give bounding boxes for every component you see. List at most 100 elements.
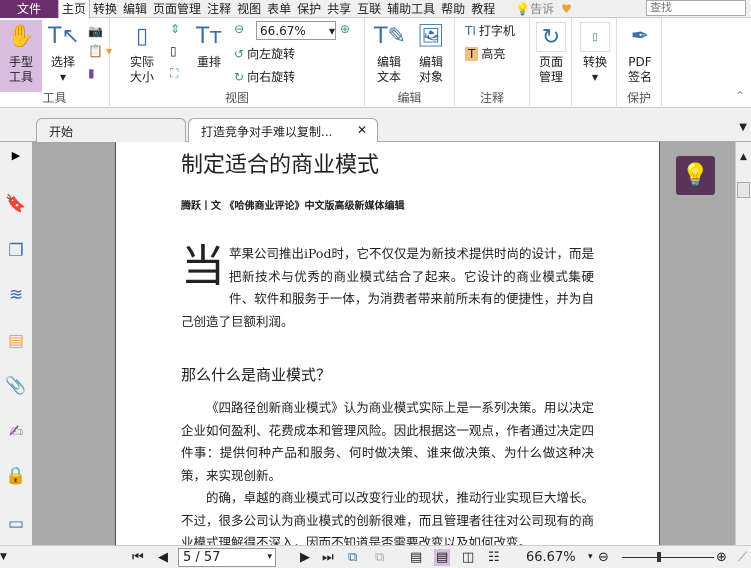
hand-icon: ✋ <box>7 24 35 49</box>
next-view-icon[interactable]: ⧉ <box>375 549 384 566</box>
fit-visible-icon[interactable]: ⛶ <box>170 66 178 81</box>
section-heading: 那么什么是商业模式？ <box>181 366 332 384</box>
edit-text-button[interactable]: T✎ 编辑 文本 <box>371 20 407 85</box>
zoom-slider-thumb[interactable] <box>656 552 661 562</box>
hand-tool-button[interactable]: ✋ 手型 工具 <box>0 20 42 92</box>
menu-convert[interactable]: 转换 <box>90 0 120 18</box>
heart-icon[interactable]: ♥ <box>561 2 572 16</box>
bookmark-button[interactable]: ▮ <box>88 66 95 80</box>
actual-size-button[interactable]: ▯ 实际 大小 <box>122 20 162 85</box>
paragraph: 的确，卓越的商业模式可以改变行业的现状，推动行业实现巨大增长。不过，很多公司认为… <box>181 490 594 545</box>
resize-grip-icon[interactable]: ⟋ <box>738 549 747 566</box>
lock-icon[interactable]: 🔒 <box>4 464 28 488</box>
camera-icon: 📷 <box>88 24 103 38</box>
zoom-out-icon: ⊖ <box>234 22 245 36</box>
form-icon[interactable]: ▭ <box>4 512 28 536</box>
edit-text-icon: T✎ <box>374 24 406 49</box>
snapshot-button[interactable]: 📷 <box>88 24 103 38</box>
tab-document[interactable]: 打造竞争对手难以复制... ✕ <box>188 118 378 142</box>
scroll-up-icon[interactable]: ▲ <box>736 152 751 162</box>
tips-button[interactable]: 💡 <box>676 156 715 195</box>
layers-icon[interactable]: ≋ <box>4 283 28 307</box>
reflow-button[interactable]: Tт 重排 <box>192 20 226 70</box>
page-manage-icon: ↻ <box>536 22 566 52</box>
bookmarks-icon[interactable]: 🔖 <box>4 192 28 216</box>
page-icon: ▯ <box>135 24 149 49</box>
zoom-slider[interactable] <box>622 557 714 558</box>
facing-pages-icon[interactable]: ◫ <box>462 549 474 566</box>
sidebar: ▶ 🔖 ❐ ≋ ▤ 📎 ✍ 🔒 ▭ <box>0 142 32 545</box>
menu-help[interactable]: 帮助 <box>438 0 468 18</box>
fit-width-icon[interactable]: ▯ <box>170 44 177 58</box>
menu-home[interactable]: 主页 <box>58 0 91 18</box>
highlight-button[interactable]: T 高亮 <box>465 45 505 62</box>
zoom-select[interactable]: 66.67% ▾ <box>256 21 336 40</box>
zoom-in-button[interactable]: ⊕ <box>340 22 350 36</box>
menu-share[interactable]: 共享 <box>324 0 354 18</box>
menu-page-manage[interactable]: 页面管理 <box>150 0 204 18</box>
attachments-icon[interactable]: 📎 <box>4 374 28 398</box>
single-page-icon[interactable]: ▤ <box>410 549 422 566</box>
search-input[interactable] <box>646 0 746 16</box>
group-comment: TI 打字机 T 高亮 注释 <box>455 18 530 108</box>
tell-me[interactable]: 💡告诉 <box>512 0 557 18</box>
continuous-facing-icon[interactable]: ☷ <box>488 549 500 566</box>
zoom-level: 66.67% <box>526 550 576 565</box>
sidebar-toggle-icon[interactable]: ▼ <box>0 549 7 566</box>
chevron-down-icon: ▾ <box>59 70 67 84</box>
menu-edit[interactable]: 编辑 <box>120 0 150 18</box>
edit-object-icon: 🖼 <box>417 24 445 49</box>
tab-start[interactable]: 开始 <box>36 118 186 142</box>
collapse-ribbon-icon[interactable]: ⌃ <box>735 89 745 103</box>
close-icon[interactable]: ✕ <box>357 123 367 137</box>
clipboard-button[interactable]: 📋 ▾ <box>88 44 112 58</box>
convert-icon: ▯ <box>580 22 610 52</box>
expand-sidebar-icon[interactable]: ▶ <box>4 144 28 168</box>
scroll-thumb[interactable] <box>737 182 750 198</box>
page-manage-button[interactable]: ↻ 页面 管理 <box>534 20 568 85</box>
first-page-icon[interactable]: ⏮ <box>132 549 144 566</box>
group-convert: ▯ 转换 ▾ <box>572 18 617 108</box>
continuous-page-icon[interactable]: ▤ <box>434 549 451 566</box>
paragraph: 当苹果公司推出iPod时，它不仅仅是为新技术提供时尚的设计，而是把新技术与优秀的… <box>181 241 594 330</box>
select-button[interactable]: T↖ 选择 ▾ <box>46 20 80 85</box>
menu-tutorial[interactable]: 教程 <box>468 0 498 18</box>
pages-icon[interactable]: ❐ <box>4 239 28 263</box>
vertical-scrollbar[interactable]: ▲ <box>735 142 751 545</box>
menu-accessibility[interactable]: 辅助工具 <box>384 0 438 18</box>
chevron-down-icon: ▾ <box>591 70 599 84</box>
rotate-left-button[interactable]: ↺ 向左旋转 <box>234 45 295 62</box>
group-protect: ✒ PDF 签名 保护 <box>617 18 662 108</box>
pen-icon: ✒ <box>630 24 650 49</box>
pdf-sign-button[interactable]: ✒ PDF 签名 <box>623 20 657 85</box>
zoom-out-button[interactable]: ⊖ <box>234 22 244 36</box>
fit-page-icon[interactable]: ⇕ <box>170 22 180 36</box>
convert-button[interactable]: ▯ 转换 ▾ <box>578 20 612 85</box>
last-page-icon[interactable]: ⏭ <box>322 549 334 566</box>
ribbon: ✋ 手型 工具 T↖ 选择 ▾ 📷 📋 ▾ ▮ 工具 ▯ 实际 大小 ⇕ ▯ ⛶ Tт 重排… <box>0 18 751 108</box>
next-page-icon[interactable]: ▶ <box>300 549 310 566</box>
menu-form[interactable]: 表单 <box>264 0 294 18</box>
menu-connect[interactable]: 互联 <box>354 0 384 18</box>
edit-object-button[interactable]: 🖼 编辑 对象 <box>411 20 451 85</box>
comments-icon[interactable]: ▤ <box>4 329 28 353</box>
typewriter-icon: TI <box>465 23 476 38</box>
menu-view[interactable]: 视图 <box>234 0 264 18</box>
tab-list-icon[interactable]: ▼ <box>739 122 747 133</box>
signatures-icon[interactable]: ✍ <box>4 420 28 444</box>
file-menu[interactable]: 文件 <box>0 0 58 18</box>
zoom-out-icon[interactable]: ⊖ <box>598 549 609 566</box>
previous-view-icon[interactable]: ⧉ <box>348 549 357 566</box>
article-title: 制定适合的商业模式 <box>181 153 380 178</box>
typewriter-button[interactable]: TI 打字机 <box>465 22 515 39</box>
menu-comment[interactable]: 注释 <box>204 0 234 18</box>
menu-protect[interactable]: 保护 <box>294 0 324 18</box>
page-number-input[interactable]: 5 / 57 ▾ <box>178 548 276 567</box>
highlight-icon: T <box>465 46 479 61</box>
clipboard-icon: 📋 <box>88 44 103 58</box>
chevron-down-icon[interactable]: ▾ <box>588 549 593 566</box>
rotate-right-button[interactable]: ↻ 向右旋转 <box>234 68 295 85</box>
zoom-in-icon[interactable]: ⊕ <box>716 549 727 566</box>
lightbulb-icon: 💡 <box>515 1 531 16</box>
prev-page-icon[interactable]: ◀ <box>158 549 168 566</box>
